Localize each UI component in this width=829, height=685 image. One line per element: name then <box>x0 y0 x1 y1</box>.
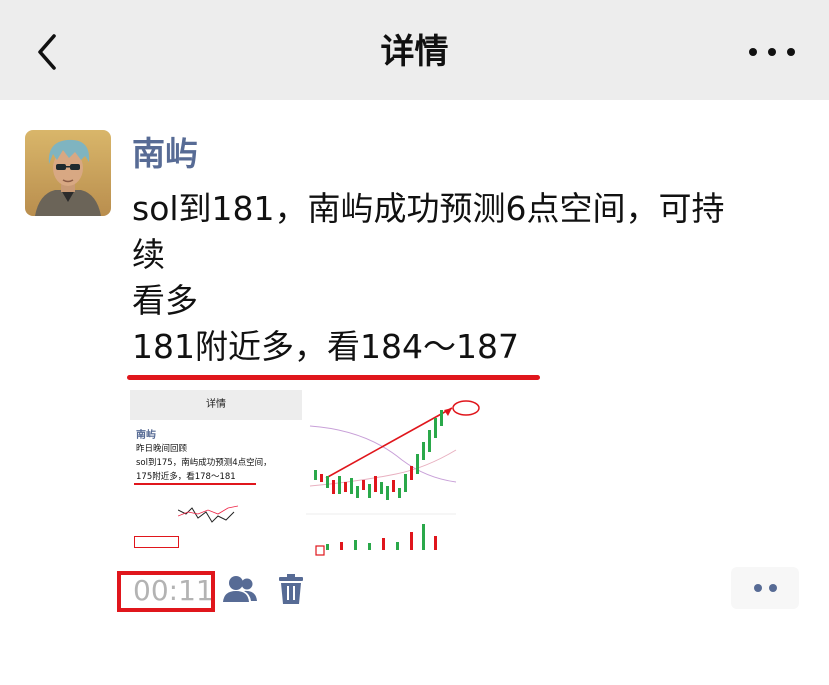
thumbnail-title: 详情 <box>130 390 302 420</box>
thumbnail-underline <box>134 483 256 485</box>
thumbnail-line: 175附近多，看178～181 <box>136 472 236 482</box>
post-line: sol到181，南屿成功预测6点空间，可持 <box>132 189 725 228</box>
thumbnail-line: sol到175，南屿成功预测4点空间， <box>136 458 272 468</box>
image-grid: 详情 南屿 昨日晚间回顾 sol到175，南屿成功预测4点空间， 175附近多，… <box>130 390 482 556</box>
thumbnail-time-box <box>134 536 179 548</box>
thumbnail-author: 南屿 <box>136 430 156 441</box>
visible-to-friends-icon[interactable] <box>222 574 258 604</box>
more-button[interactable] <box>749 36 795 68</box>
post-line: 看多 <box>132 281 198 320</box>
candlestick-chart-image <box>306 390 482 556</box>
avatar[interactable] <box>25 130 111 216</box>
trash-icon[interactable] <box>278 573 304 605</box>
page-title: 详情 <box>380 32 449 72</box>
mini-chart-image <box>178 505 238 523</box>
time-highlight-box <box>117 571 215 612</box>
thumbnail-line: 昨日晚间回顾 <box>136 444 188 454</box>
more-dots-icon <box>749 48 757 56</box>
dots-icon <box>753 584 762 592</box>
post-content: sol到181，南屿成功预测6点空间，可持 续 看多 181附近多，看184～1… <box>132 186 802 370</box>
author-name[interactable]: 南屿 <box>132 132 198 176</box>
post-line-highlighted: 181附近多，看184～187 <box>132 327 519 366</box>
image-thumbnail-chart[interactable] <box>306 390 482 556</box>
nav-bar: 详情 <box>0 0 829 100</box>
comment-like-button[interactable] <box>731 567 799 609</box>
red-underline-annotation <box>127 375 540 380</box>
post-line: 续 <box>132 235 165 274</box>
image-thumbnail-screenshot[interactable]: 详情 南屿 昨日晚间回顾 sol到175，南屿成功预测4点空间， 175附近多，… <box>130 390 302 556</box>
